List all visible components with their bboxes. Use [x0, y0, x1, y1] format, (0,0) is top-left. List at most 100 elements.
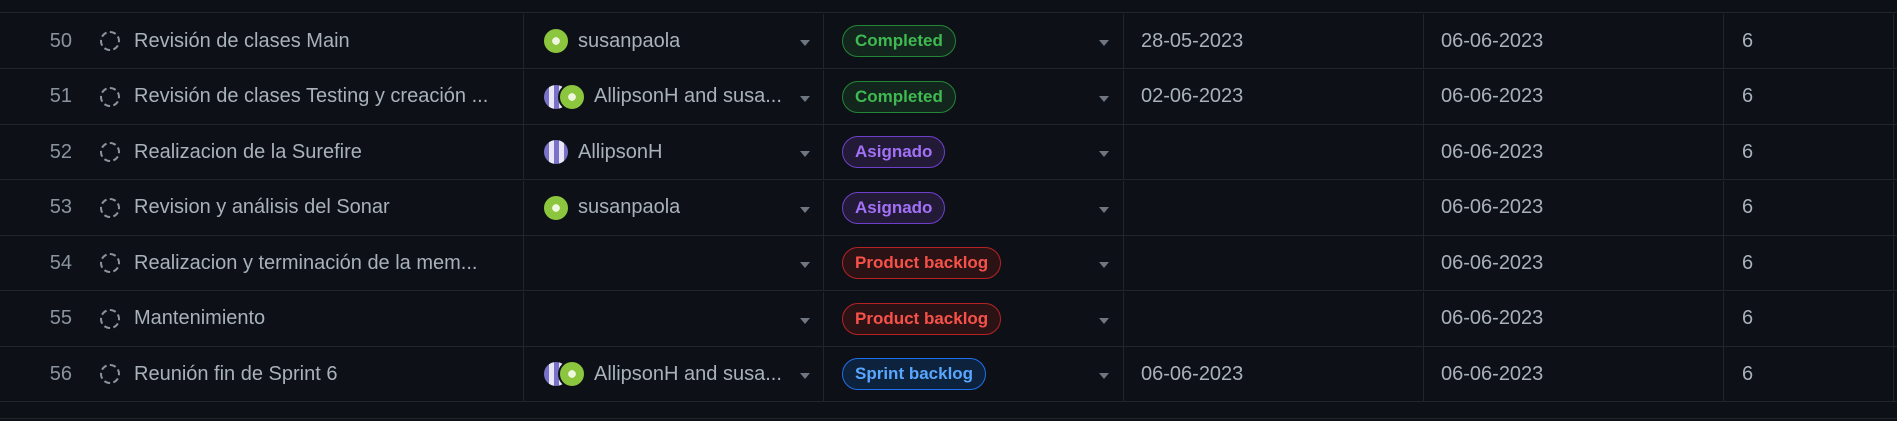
status-badge: Completed [842, 80, 956, 113]
end-date-cell[interactable]: 06-06-2023 [1441, 236, 1721, 290]
avatar [558, 82, 586, 111]
issue-title[interactable]: Revision y análisis del Sonar [134, 196, 390, 219]
table-row[interactable]: 53 Revision y análisis del Sonar susanpaol… [0, 180, 1897, 236]
assignees-cell[interactable]: susanpaola [542, 14, 824, 68]
row-number: 51 [49, 85, 72, 107]
table-row[interactable]: 54 Realizacion y terminación de la mem...… [0, 236, 1897, 291]
end-date-cell[interactable]: 06-06-2023 [1441, 292, 1721, 346]
end-date-cell[interactable]: 06-06-2023 [1441, 125, 1721, 179]
column-divider [1123, 14, 1124, 68]
assignees-cell[interactable]: AllipsonH and susa... [542, 70, 824, 124]
chevron-down-icon[interactable] [800, 206, 810, 213]
sprint-cell[interactable]: 6 [1742, 236, 1892, 290]
chevron-down-icon[interactable] [1099, 40, 1109, 46]
table-row[interactable]: 52 Realizacion de la Surefire AllipsonH Asi… [0, 125, 1897, 180]
issue-title[interactable]: Realizacion de la Surefire [134, 141, 362, 164]
status-circle-icon [100, 197, 120, 218]
project-table: 50 Revisión de clases Main susanpaola Compl… [0, 0, 1897, 421]
sprint-number: 6 [1742, 251, 1754, 274]
status-badge: Asignado [842, 136, 946, 168]
chevron-down-icon[interactable] [800, 40, 810, 46]
column-divider [823, 291, 824, 346]
chevron-down-icon[interactable] [800, 95, 810, 102]
column-divider [1893, 125, 1894, 179]
issue-title-cell[interactable]: Revisión de clases Testing y creación ..… [100, 70, 520, 124]
chevron-down-icon[interactable] [1099, 317, 1109, 324]
status-cell[interactable]: Product backlog [842, 236, 1124, 290]
issue-title-cell[interactable]: Realizacion de la Surefire [100, 125, 520, 179]
table-row[interactable]: 56 Reunión fin de Sprint 6 AllipsonH and s… [0, 347, 1897, 402]
issue-title-cell[interactable]: Reunión fin de Sprint 6 [100, 347, 520, 401]
status-cell[interactable]: Completed [842, 14, 1124, 68]
issue-title-cell[interactable]: Revisión de clases Main [100, 14, 520, 68]
sprint-cell[interactable]: 6 [1742, 125, 1892, 179]
column-divider [1723, 69, 1724, 124]
row-number: 56 [49, 362, 72, 385]
start-date-cell[interactable]: 28-05-2023 [1141, 14, 1421, 68]
status-circle-icon [100, 31, 120, 51]
chevron-down-icon[interactable] [800, 151, 810, 157]
chevron-down-icon[interactable] [1099, 95, 1109, 102]
table-row[interactable]: 51 Revisión de clases Testing y creación … [0, 69, 1897, 125]
sprint-number: 6 [1742, 307, 1754, 329]
end-date-cell[interactable]: 06-06-2023 [1441, 347, 1721, 401]
column-divider [1423, 291, 1424, 346]
row-number: 53 [49, 196, 72, 218]
sprint-cell[interactable]: 6 [1742, 181, 1892, 235]
end-date-cell[interactable]: 06-06-2023 [1441, 70, 1721, 124]
sprint-number: 6 [1742, 196, 1754, 218]
status-cell[interactable]: Asignado [842, 181, 1124, 235]
column-divider [1723, 291, 1724, 346]
chevron-down-icon[interactable] [1099, 206, 1109, 213]
issue-title[interactable]: Mantenimiento [134, 307, 265, 330]
start-date-cell[interactable] [1141, 236, 1421, 290]
chevron-down-icon[interactable] [1099, 151, 1109, 157]
assignees-cell[interactable]: AllipsonH [542, 125, 824, 179]
end-date: 06-06-2023 [1441, 140, 1544, 163]
issue-title-cell[interactable]: Revision y análisis del Sonar [100, 181, 520, 235]
assignees-cell[interactable]: susanpaola [542, 181, 824, 235]
chevron-down-icon[interactable] [800, 373, 810, 379]
sprint-cell[interactable]: 6 [1742, 292, 1892, 346]
chevron-down-icon[interactable] [800, 262, 810, 268]
start-date-cell[interactable] [1141, 181, 1421, 235]
status-cell[interactable]: Asignado [842, 125, 1124, 179]
chevron-down-icon[interactable] [1099, 262, 1109, 268]
issue-title[interactable]: Realizacion y terminación de la mem... [134, 252, 477, 275]
column-divider [823, 14, 824, 68]
start-date-cell[interactable] [1141, 125, 1421, 179]
end-date-cell[interactable]: 06-06-2023 [1441, 14, 1721, 68]
start-date: 02-06-2023 [1141, 85, 1244, 107]
start-date-cell[interactable] [1141, 292, 1421, 346]
assignees-cell[interactable] [542, 292, 824, 346]
issue-title[interactable]: Revisión de clases Testing y creación ..… [134, 85, 488, 108]
start-date-cell[interactable]: 02-06-2023 [1141, 70, 1421, 124]
issue-title-cell[interactable]: Mantenimiento [100, 292, 520, 346]
sprint-number: 6 [1742, 140, 1754, 163]
assignees-cell[interactable]: AllipsonH and susa... [542, 347, 824, 401]
column-divider [523, 14, 524, 68]
status-cell[interactable]: Product backlog [842, 292, 1124, 346]
table-row[interactable]: 50 Revisión de clases Main susanpaola Compl… [0, 14, 1897, 69]
sprint-cell[interactable]: 6 [1742, 14, 1892, 68]
assignees-label: susanpaola [578, 196, 681, 218]
sprint-cell[interactable]: 6 [1742, 347, 1892, 401]
chevron-down-icon[interactable] [1099, 373, 1109, 379]
table-row[interactable]: 55 Mantenimiento Product backlog 06-06-2023… [0, 291, 1897, 347]
issue-title[interactable]: Revisión de clases Main [134, 30, 350, 53]
sprint-cell[interactable]: 6 [1742, 70, 1892, 124]
issue-title-cell[interactable]: Realizacion y terminación de la mem... [100, 236, 520, 290]
column-divider [823, 347, 824, 401]
status-cell[interactable]: Completed [842, 70, 1124, 124]
status-badge: Product backlog [842, 247, 1002, 279]
start-date-cell[interactable]: 06-06-2023 [1141, 347, 1421, 401]
column-divider [1723, 347, 1724, 401]
end-date: 06-06-2023 [1441, 251, 1544, 274]
end-date-cell[interactable]: 06-06-2023 [1441, 181, 1721, 235]
end-date: 06-06-2023 [1441, 85, 1544, 107]
status-cell[interactable]: Sprint backlog [842, 347, 1124, 401]
assignees-cell[interactable] [542, 236, 824, 290]
issue-title[interactable]: Reunión fin de Sprint 6 [134, 363, 337, 386]
assignees-label: susanpaola [578, 29, 681, 52]
chevron-down-icon[interactable] [800, 317, 810, 324]
